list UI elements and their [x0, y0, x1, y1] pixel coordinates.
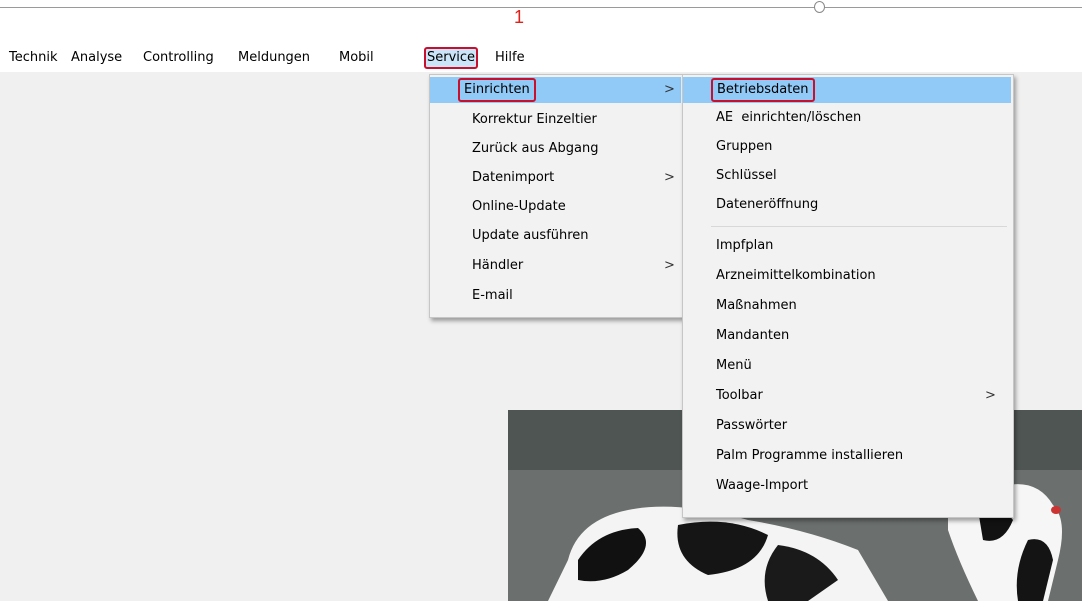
menu-item-e-mail[interactable]: E-mail	[430, 283, 681, 309]
menu-item-label: Waage-Import	[716, 478, 809, 493]
menu-controlling[interactable]: Controlling	[142, 49, 215, 67]
menu-item-label: Händler	[472, 258, 524, 273]
submenu-arrow-icon: >	[985, 388, 996, 403]
menu-item-zurueck-aus-abgang[interactable]: Zurück aus Abgang	[430, 136, 681, 162]
menu-item-label: Passwörter	[716, 418, 788, 433]
menu-item-palm-programme-installieren[interactable]: Palm Programme installieren	[683, 443, 1011, 469]
menu-item-arzneimittelkombination[interactable]: Arzneimittelkombination	[683, 263, 1011, 289]
menu-item-label: Online-Update	[472, 199, 566, 214]
service-dropdown-menu: Einrichten > Korrektur Einzeltier Zurück…	[429, 74, 684, 318]
menu-technik[interactable]: Technik	[8, 49, 59, 67]
menu-item-label: Maßnahmen	[716, 298, 797, 313]
menu-item-schluessel[interactable]: Schlüssel	[683, 163, 1011, 189]
menu-item-mandanten[interactable]: Mandanten	[683, 323, 1011, 349]
menu-item-label: Arzneimittelkombination	[716, 268, 876, 283]
menu-item-dateneroeffnung[interactable]: Dateneröffnung	[683, 192, 1011, 218]
menu-item-label: AE einrichten/löschen	[716, 110, 862, 125]
submenu-arrow-icon: >	[664, 258, 675, 273]
menu-service[interactable]: Service	[424, 47, 479, 69]
menu-item-label: Datenimport	[472, 170, 555, 185]
menu-item-einrichten[interactable]: Einrichten >	[430, 77, 681, 103]
window-divider-line	[0, 7, 1082, 8]
menu-item-toolbar[interactable]: Toolbar >	[683, 383, 1011, 409]
menu-item-menue[interactable]: Menü	[683, 353, 1011, 379]
menu-item-label: Update ausführen	[472, 228, 589, 243]
einrichten-submenu: Betriebsdaten AE einrichten/löschen Grup…	[682, 74, 1014, 518]
menu-item-label: Korrektur Einzeltier	[472, 112, 597, 127]
menu-mobil[interactable]: Mobil	[338, 49, 375, 67]
menu-item-online-update[interactable]: Online-Update	[430, 194, 681, 220]
menu-hilfe[interactable]: Hilfe	[494, 49, 526, 67]
menu-item-ae-einrichten-loeschen[interactable]: AE einrichten/löschen	[683, 105, 1011, 131]
menu-item-label: Betriebsdaten	[711, 78, 815, 102]
menu-item-label: Gruppen	[716, 139, 773, 154]
menu-item-label: Zurück aus Abgang	[472, 141, 599, 156]
submenu-arrow-icon: >	[664, 82, 675, 97]
menu-item-waage-import[interactable]: Waage-Import	[683, 473, 1011, 499]
menu-item-update-ausfuehren[interactable]: Update ausführen	[430, 223, 681, 249]
slider-knob-icon[interactable]	[814, 1, 825, 13]
menu-analyse[interactable]: Analyse	[70, 49, 123, 67]
menu-item-massnahmen[interactable]: Maßnahmen	[683, 293, 1011, 319]
submenu-arrow-icon: >	[664, 170, 675, 185]
menu-item-label: Schlüssel	[716, 168, 777, 183]
menu-item-label: Menü	[716, 358, 752, 373]
window-top-area: 1	[0, 0, 1082, 42]
menu-item-label: Impfplan	[716, 238, 774, 253]
menu-item-gruppen[interactable]: Gruppen	[683, 134, 1011, 160]
menu-item-label: Toolbar	[716, 388, 763, 403]
menu-item-impfplan[interactable]: Impfplan	[683, 233, 1011, 259]
menu-item-betriebsdaten[interactable]: Betriebsdaten	[683, 77, 1011, 103]
menu-item-label: Dateneröffnung	[716, 197, 819, 212]
menu-separator	[711, 226, 1007, 227]
menu-item-label: Mandanten	[716, 328, 790, 343]
menu-item-passwoerter[interactable]: Passwörter	[683, 413, 1011, 439]
menu-item-datenimport[interactable]: Datenimport >	[430, 165, 681, 191]
menu-item-korrektur-einzeltier[interactable]: Korrektur Einzeltier	[430, 107, 681, 133]
step-number-annotation: 1	[514, 7, 525, 27]
menu-item-label: E-mail	[472, 288, 513, 303]
menu-item-haendler[interactable]: Händler >	[430, 253, 681, 279]
menu-meldungen[interactable]: Meldungen	[237, 49, 311, 67]
menu-item-label: Einrichten	[458, 78, 536, 102]
menu-item-label: Palm Programme installieren	[716, 448, 904, 463]
